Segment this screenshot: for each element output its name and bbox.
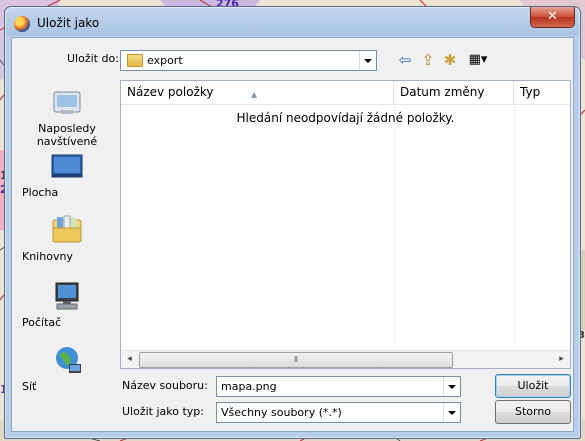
location-combobox[interactable]: export bbox=[120, 50, 377, 71]
folder-icon bbox=[127, 54, 143, 67]
chevron-down-icon[interactable] bbox=[443, 403, 460, 422]
filename-field[interactable]: mapa.png bbox=[216, 376, 461, 397]
header-divider bbox=[121, 104, 570, 105]
close-button[interactable]: ✕ bbox=[530, 7, 575, 28]
filetype-label: Uložit jako typ: bbox=[122, 405, 204, 418]
horizontal-scrollbar[interactable]: ◂ ⦀ ▸ bbox=[121, 350, 570, 368]
title-bar[interactable]: Uložit jako ✕ bbox=[5, 7, 580, 37]
place-label: Knihovny bbox=[22, 250, 73, 263]
recent-places-icon bbox=[51, 86, 83, 118]
place-label: Síť bbox=[22, 380, 37, 393]
place-label: Plocha bbox=[22, 186, 59, 199]
place-computer[interactable]: Počítač bbox=[22, 280, 112, 329]
column-divider bbox=[394, 104, 395, 344]
file-list[interactable]: Název položky ▲ Datum změny Typ Hledání … bbox=[120, 80, 571, 369]
column-header-label: Název položky bbox=[127, 85, 214, 99]
place-label: Naposledy navštívené bbox=[36, 122, 98, 148]
column-header-date[interactable]: Datum změny bbox=[394, 81, 514, 104]
save-button[interactable]: Uložit bbox=[495, 374, 571, 398]
chevron-down-icon[interactable] bbox=[359, 51, 376, 70]
dialog-title: Uložit jako bbox=[37, 16, 100, 30]
column-divider bbox=[514, 104, 515, 344]
filename-value: mapa.png bbox=[221, 380, 277, 393]
dialog-client-area: Uložit do: export ⇦ ⇪ ✱ ▦▾ Naposledy nav… bbox=[11, 37, 574, 432]
chevron-down-icon[interactable] bbox=[443, 377, 460, 396]
place-recent[interactable]: Naposledy navštívené bbox=[22, 86, 112, 148]
scroll-thumb[interactable]: ⦀ bbox=[139, 352, 453, 368]
firefox-icon bbox=[14, 16, 30, 32]
column-header-name[interactable]: Název položky ▲ bbox=[121, 81, 394, 104]
save-in-label: Uložit do: bbox=[67, 52, 119, 65]
scroll-right-icon[interactable]: ▸ bbox=[553, 351, 570, 368]
save-as-dialog: Uložit jako ✕ Uložit do: export ⇦ ⇪ ✱ ▦▾… bbox=[4, 6, 581, 439]
filetype-select[interactable]: Všechny soubory (*.*) bbox=[216, 402, 461, 423]
new-folder-icon[interactable]: ✱ bbox=[440, 50, 460, 70]
location-value: export bbox=[147, 54, 183, 67]
filename-label: Název souboru: bbox=[122, 379, 208, 392]
up-folder-icon[interactable]: ⇪ bbox=[418, 50, 438, 70]
libraries-icon bbox=[51, 214, 83, 246]
scroll-left-icon[interactable]: ◂ bbox=[121, 351, 138, 368]
place-network[interactable]: Síť bbox=[22, 344, 112, 393]
place-label: Počítač bbox=[22, 316, 62, 329]
column-header-type[interactable]: Typ bbox=[514, 81, 570, 104]
empty-message: Hledání neodpovídají žádné položky. bbox=[236, 111, 455, 125]
filetype-value: Všechny soubory (*.*) bbox=[221, 406, 342, 419]
place-desktop[interactable]: Plocha bbox=[22, 150, 112, 199]
place-libraries[interactable]: Knihovny bbox=[22, 214, 112, 263]
views-menu-icon[interactable]: ▦▾ bbox=[464, 50, 492, 70]
network-icon bbox=[51, 344, 83, 376]
cancel-button[interactable]: Storno bbox=[495, 400, 571, 424]
desktop-icon bbox=[51, 150, 83, 182]
sort-ascending-icon: ▲ bbox=[251, 90, 258, 99]
computer-icon bbox=[51, 280, 83, 312]
back-icon[interactable]: ⇦ bbox=[395, 50, 415, 70]
